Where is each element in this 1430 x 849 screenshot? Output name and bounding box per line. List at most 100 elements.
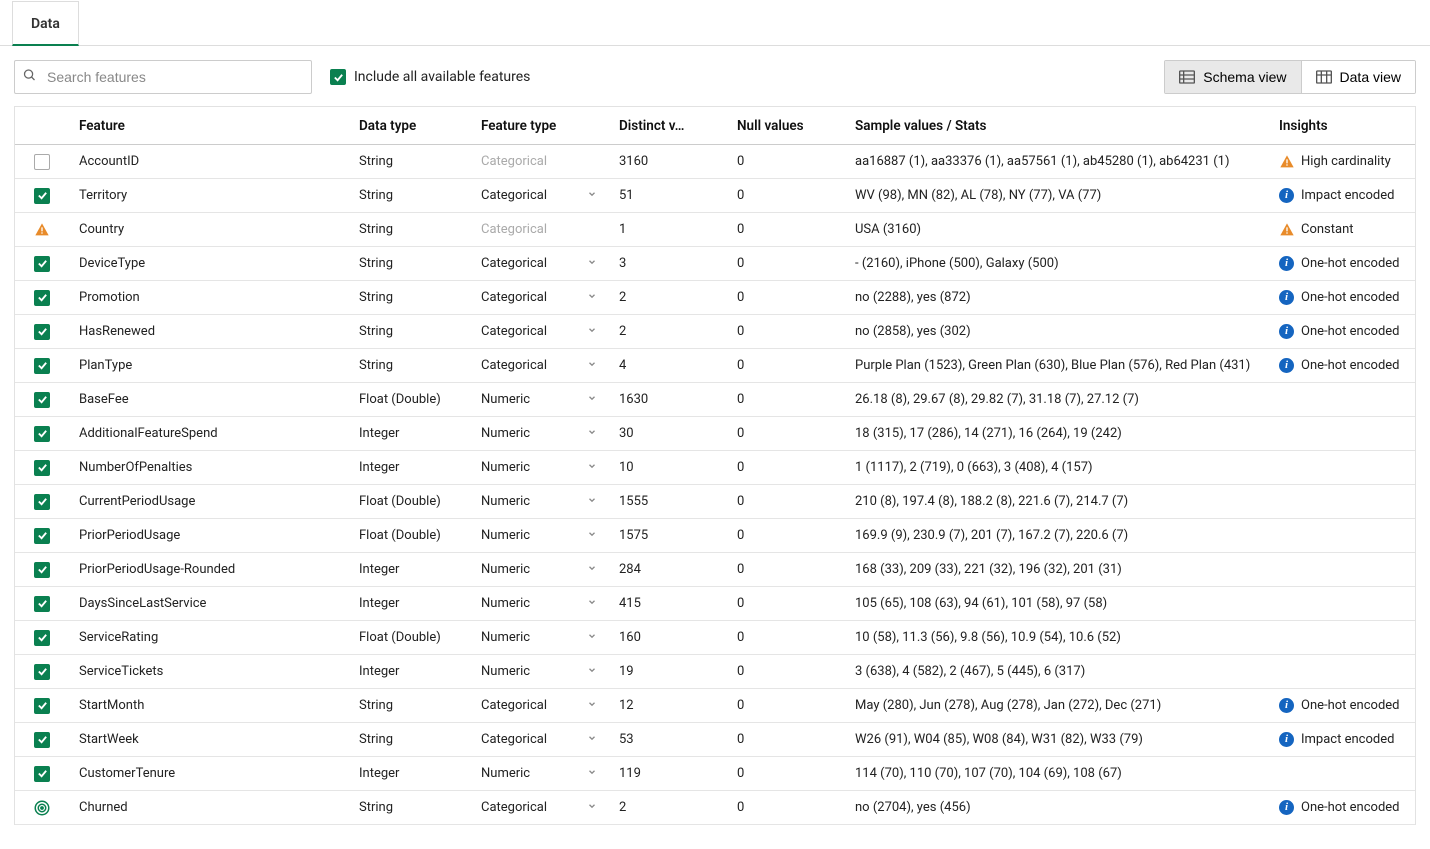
- null-values: 0: [727, 146, 845, 177]
- insight-cell: [1269, 630, 1419, 646]
- warning-icon: [34, 222, 50, 238]
- feature-type-select[interactable]: Numeric: [471, 486, 609, 517]
- table-row[interactable]: ChurnedStringCategorical20no (2704), yes…: [15, 791, 1415, 825]
- search-input[interactable]: [14, 60, 312, 94]
- row-checkbox[interactable]: [34, 256, 50, 272]
- include-all-checkbox[interactable]: [330, 69, 346, 85]
- feature-type-value: Categorical: [481, 324, 547, 339]
- feature-type-select: Categorical: [471, 146, 609, 177]
- row-checkbox[interactable]: [34, 596, 50, 612]
- feature-type-value: Numeric: [481, 664, 530, 679]
- row-checkbox[interactable]: [34, 358, 50, 374]
- row-checkbox[interactable]: [34, 732, 50, 748]
- data-type: String: [349, 282, 471, 313]
- col-nulls[interactable]: Null values: [727, 110, 845, 142]
- table-row[interactable]: PriorPeriodUsage-RoundedIntegerNumeric28…: [15, 553, 1415, 587]
- table-row[interactable]: StartWeekStringCategorical530W26 (91), W…: [15, 723, 1415, 757]
- row-checkbox[interactable]: [34, 290, 50, 306]
- feature-type-select[interactable]: Categorical: [471, 724, 609, 755]
- table-row[interactable]: ServiceRatingFloat (Double)Numeric160010…: [15, 621, 1415, 655]
- insight-cell: iImpact encoded: [1269, 180, 1419, 211]
- table-row[interactable]: HasRenewedStringCategorical20no (2858), …: [15, 315, 1415, 349]
- distinct-values: 284: [609, 554, 727, 585]
- feature-type-select[interactable]: Categorical: [471, 350, 609, 381]
- table-row[interactable]: StartMonthStringCategorical120May (280),…: [15, 689, 1415, 723]
- feature-type-select[interactable]: Categorical: [471, 316, 609, 347]
- feature-type-select[interactable]: Numeric: [471, 520, 609, 551]
- table-row[interactable]: AdditionalFeatureSpendIntegerNumeric3001…: [15, 417, 1415, 451]
- data-type: Integer: [349, 554, 471, 585]
- feature-type-select[interactable]: Categorical: [471, 180, 609, 211]
- row-check-cell: [15, 256, 69, 272]
- search-wrap: [14, 60, 312, 94]
- col-data-type[interactable]: Data type: [349, 110, 471, 142]
- row-checkbox[interactable]: [34, 426, 50, 442]
- row-checkbox[interactable]: [34, 528, 50, 544]
- feature-name: Promotion: [69, 282, 349, 313]
- table-row[interactable]: DaysSinceLastServiceIntegerNumeric415010…: [15, 587, 1415, 621]
- table-row[interactable]: NumberOfPenaltiesIntegerNumeric1001 (111…: [15, 451, 1415, 485]
- feature-type-select[interactable]: Categorical: [471, 248, 609, 279]
- feature-name: AdditionalFeatureSpend: [69, 418, 349, 449]
- row-checkbox[interactable]: [34, 154, 50, 170]
- data-type: Integer: [349, 588, 471, 619]
- insight-text: Impact encoded: [1301, 732, 1394, 747]
- insight-cell: i Impact encoded: [1269, 724, 1419, 755]
- sample-values: no (2858), yes (302): [845, 316, 1269, 347]
- row-checkbox[interactable]: [34, 766, 50, 782]
- warning-icon: [1279, 222, 1295, 238]
- data-view-icon: [1316, 70, 1332, 84]
- feature-type-select: Categorical: [471, 214, 609, 245]
- table-row[interactable]: DeviceTypeStringCategorical30- (2160), i…: [15, 247, 1415, 281]
- col-distinct[interactable]: Distinct v…: [609, 110, 727, 142]
- table-row[interactable]: TerritoryStringCategorical510WV (98), MN…: [15, 179, 1415, 213]
- row-checkbox[interactable]: [34, 324, 50, 340]
- include-all-toggle[interactable]: Include all available features: [330, 69, 530, 85]
- table-row[interactable]: PromotionStringCategorical20no (2288), y…: [15, 281, 1415, 315]
- feature-type-select[interactable]: Categorical: [471, 690, 609, 721]
- feature-type-select[interactable]: Categorical: [471, 792, 609, 823]
- chevron-down-icon: [587, 291, 597, 304]
- feature-name: Country: [69, 214, 349, 245]
- feature-type-select[interactable]: Numeric: [471, 588, 609, 619]
- feature-type-select[interactable]: Numeric: [471, 554, 609, 585]
- col-feature[interactable]: Feature: [69, 110, 349, 142]
- table-row[interactable]: CustomerTenureIntegerNumeric1190114 (70)…: [15, 757, 1415, 791]
- row-checkbox[interactable]: [34, 698, 50, 714]
- row-checkbox[interactable]: [34, 392, 50, 408]
- feature-type-value: Categorical: [481, 222, 547, 237]
- table-row[interactable]: CurrentPeriodUsageFloat (Double)Numeric1…: [15, 485, 1415, 519]
- chevron-down-icon: [587, 495, 597, 508]
- table-row[interactable]: BaseFeeFloat (Double)Numeric1630026.18 (…: [15, 383, 1415, 417]
- chevron-down-icon: [587, 631, 597, 644]
- feature-type-select[interactable]: Numeric: [471, 418, 609, 449]
- feature-type-select[interactable]: Categorical: [471, 282, 609, 313]
- table-row[interactable]: ServiceTicketsIntegerNumeric1903 (638), …: [15, 655, 1415, 689]
- feature-type-select[interactable]: Numeric: [471, 384, 609, 415]
- row-checkbox[interactable]: [34, 664, 50, 680]
- row-checkbox[interactable]: [34, 630, 50, 646]
- col-sample[interactable]: Sample values / Stats: [845, 110, 1269, 142]
- row-checkbox[interactable]: [34, 188, 50, 204]
- info-icon: i: [1279, 324, 1295, 339]
- col-feature-type[interactable]: Feature type: [471, 110, 609, 142]
- row-checkbox[interactable]: [34, 562, 50, 578]
- feature-type-select[interactable]: Numeric: [471, 656, 609, 687]
- distinct-values: 415: [609, 588, 727, 619]
- info-icon: i: [1279, 732, 1295, 747]
- feature-type-select[interactable]: Numeric: [471, 758, 609, 789]
- row-check-cell: [15, 392, 69, 408]
- row-checkbox[interactable]: [34, 460, 50, 476]
- table-row[interactable]: PriorPeriodUsageFloat (Double)Numeric157…: [15, 519, 1415, 553]
- table-row[interactable]: PlanTypeStringCategorical40Purple Plan (…: [15, 349, 1415, 383]
- feature-type-select[interactable]: Numeric: [471, 452, 609, 483]
- tab-data[interactable]: Data: [12, 1, 79, 46]
- data-view-button[interactable]: Data view: [1301, 61, 1415, 93]
- table-row[interactable]: CountryStringCategorical10USA (3160)Cons…: [15, 213, 1415, 247]
- schema-view-button[interactable]: Schema view: [1165, 61, 1300, 93]
- feature-type-select[interactable]: Numeric: [471, 622, 609, 653]
- col-insights[interactable]: Insights: [1269, 110, 1419, 142]
- table-row[interactable]: AccountIDStringCategorical31600aa16887 (…: [15, 145, 1415, 179]
- row-checkbox[interactable]: [34, 494, 50, 510]
- feature-type-value: Numeric: [481, 392, 530, 407]
